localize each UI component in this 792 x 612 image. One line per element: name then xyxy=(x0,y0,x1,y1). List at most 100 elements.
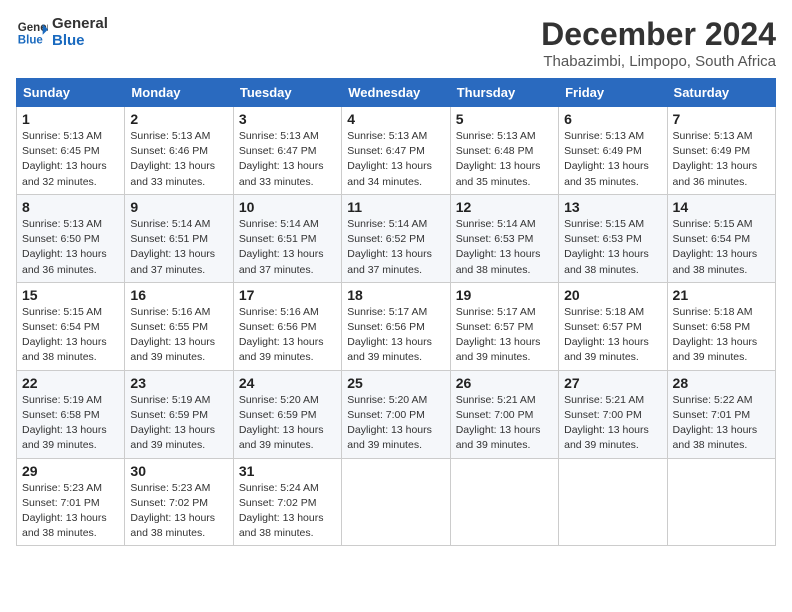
calendar-day-cell: 3 Sunrise: 5:13 AMSunset: 6:47 PMDaylight… xyxy=(233,107,341,195)
calendar-day-cell: 19 Sunrise: 5:17 AMSunset: 6:57 PMDayligh… xyxy=(450,282,558,370)
day-info: Sunrise: 5:17 AMSunset: 6:57 PMDaylight:… xyxy=(456,305,553,366)
day-info: Sunrise: 5:13 AMSunset: 6:47 PMDaylight:… xyxy=(347,129,444,190)
day-number: 11 xyxy=(347,199,444,215)
title-block: December 2024 Thabazimbi, Limpopo, South… xyxy=(541,16,776,70)
day-info: Sunrise: 5:19 AMSunset: 6:58 PMDaylight:… xyxy=(22,393,119,454)
calendar-day-cell: 10 Sunrise: 5:14 AMSunset: 6:51 PMDayligh… xyxy=(233,194,341,282)
calendar-day-cell: 29Sunrise: 5:23 AMSunset: 7:01 PMDayligh… xyxy=(17,458,125,546)
day-info: Sunrise: 5:18 AMSunset: 6:57 PMDaylight:… xyxy=(564,305,661,366)
day-number: 7 xyxy=(673,111,770,127)
day-info: Sunrise: 5:18 AMSunset: 6:58 PMDaylight:… xyxy=(673,305,770,366)
day-info: Sunrise: 5:20 AMSunset: 7:00 PMDaylight:… xyxy=(347,393,444,454)
day-number: 10 xyxy=(239,199,336,215)
calendar-day-cell: 1 Sunrise: 5:13 AMSunset: 6:45 PMDaylight… xyxy=(17,107,125,195)
day-info: Sunrise: 5:14 AMSunset: 6:52 PMDaylight:… xyxy=(347,217,444,278)
calendar-day-cell: 8 Sunrise: 5:13 AMSunset: 6:50 PMDaylight… xyxy=(17,194,125,282)
day-number: 28 xyxy=(673,375,770,391)
logo-text-general: General xyxy=(52,16,108,33)
calendar-week-row: 15Sunrise: 5:15 AMSunset: 6:54 PMDayligh… xyxy=(17,282,776,370)
day-info: Sunrise: 5:19 AMSunset: 6:59 PMDaylight:… xyxy=(130,393,227,454)
day-info: Sunrise: 5:13 AMSunset: 6:46 PMDaylight:… xyxy=(130,129,227,190)
day-number: 18 xyxy=(347,287,444,303)
day-info: Sunrise: 5:23 AMSunset: 7:02 PMDaylight:… xyxy=(130,481,227,542)
location-title: Thabazimbi, Limpopo, South Africa xyxy=(541,53,776,70)
day-info: Sunrise: 5:13 AMSunset: 6:49 PMDaylight:… xyxy=(673,129,770,190)
month-title: December 2024 xyxy=(541,16,776,53)
calendar-day-cell: 20 Sunrise: 5:18 AMSunset: 6:57 PMDayligh… xyxy=(559,282,667,370)
day-number: 30 xyxy=(130,463,227,479)
day-info: Sunrise: 5:21 AMSunset: 7:00 PMDaylight:… xyxy=(564,393,661,454)
day-info: Sunrise: 5:14 AMSunset: 6:51 PMDaylight:… xyxy=(130,217,227,278)
day-number: 8 xyxy=(22,199,119,215)
calendar-day-cell: 7 Sunrise: 5:13 AMSunset: 6:49 PMDaylight… xyxy=(667,107,775,195)
day-number: 21 xyxy=(673,287,770,303)
day-number: 9 xyxy=(130,199,227,215)
weekday-header-row: SundayMondayTuesdayWednesdayThursdayFrid… xyxy=(17,79,776,107)
day-number: 19 xyxy=(456,287,553,303)
day-info: Sunrise: 5:14 AMSunset: 6:51 PMDaylight:… xyxy=(239,217,336,278)
calendar-day-cell: 11 Sunrise: 5:14 AMSunset: 6:52 PMDayligh… xyxy=(342,194,450,282)
day-info: Sunrise: 5:16 AMSunset: 6:56 PMDaylight:… xyxy=(239,305,336,366)
calendar-day-cell xyxy=(450,458,558,546)
day-info: Sunrise: 5:15 AMSunset: 6:54 PMDaylight:… xyxy=(673,217,770,278)
day-number: 4 xyxy=(347,111,444,127)
day-info: Sunrise: 5:21 AMSunset: 7:00 PMDaylight:… xyxy=(456,393,553,454)
page-header: General Blue General Blue December 2024 … xyxy=(16,16,776,70)
calendar-day-cell: 17 Sunrise: 5:16 AMSunset: 6:56 PMDayligh… xyxy=(233,282,341,370)
day-number: 27 xyxy=(564,375,661,391)
day-info: Sunrise: 5:13 AMSunset: 6:50 PMDaylight:… xyxy=(22,217,119,278)
calendar-day-cell: 6Sunrise: 5:13 AMSunset: 6:49 PMDaylight… xyxy=(559,107,667,195)
calendar-day-cell: 21 Sunrise: 5:18 AMSunset: 6:58 PMDayligh… xyxy=(667,282,775,370)
day-number: 24 xyxy=(239,375,336,391)
day-info: Sunrise: 5:13 AMSunset: 6:49 PMDaylight:… xyxy=(564,129,661,190)
calendar-week-row: 8 Sunrise: 5:13 AMSunset: 6:50 PMDaylight… xyxy=(17,194,776,282)
calendar-day-cell: 24 Sunrise: 5:20 AMSunset: 6:59 PMDayligh… xyxy=(233,370,341,458)
day-info: Sunrise: 5:20 AMSunset: 6:59 PMDaylight:… xyxy=(239,393,336,454)
calendar-week-row: 29Sunrise: 5:23 AMSunset: 7:01 PMDayligh… xyxy=(17,458,776,546)
calendar-day-cell: 31Sunrise: 5:24 AMSunset: 7:02 PMDayligh… xyxy=(233,458,341,546)
weekday-header-cell: Friday xyxy=(559,79,667,107)
day-info: Sunrise: 5:16 AMSunset: 6:55 PMDaylight:… xyxy=(130,305,227,366)
day-info: Sunrise: 5:15 AMSunset: 6:53 PMDaylight:… xyxy=(564,217,661,278)
logo-text-blue: Blue xyxy=(52,33,108,50)
weekday-header-cell: Tuesday xyxy=(233,79,341,107)
calendar-day-cell: 16Sunrise: 5:16 AMSunset: 6:55 PMDayligh… xyxy=(125,282,233,370)
weekday-header-cell: Thursday xyxy=(450,79,558,107)
day-info: Sunrise: 5:15 AMSunset: 6:54 PMDaylight:… xyxy=(22,305,119,366)
calendar-day-cell: 26Sunrise: 5:21 AMSunset: 7:00 PMDayligh… xyxy=(450,370,558,458)
calendar-day-cell: 15Sunrise: 5:15 AMSunset: 6:54 PMDayligh… xyxy=(17,282,125,370)
day-info: Sunrise: 5:13 AMSunset: 6:47 PMDaylight:… xyxy=(239,129,336,190)
day-info: Sunrise: 5:17 AMSunset: 6:56 PMDaylight:… xyxy=(347,305,444,366)
day-number: 13 xyxy=(564,199,661,215)
calendar-day-cell: 5Sunrise: 5:13 AMSunset: 6:48 PMDaylight… xyxy=(450,107,558,195)
calendar-day-cell xyxy=(342,458,450,546)
calendar-day-cell: 22Sunrise: 5:19 AMSunset: 6:58 PMDayligh… xyxy=(17,370,125,458)
day-number: 17 xyxy=(239,287,336,303)
day-info: Sunrise: 5:23 AMSunset: 7:01 PMDaylight:… xyxy=(22,481,119,542)
logo: General Blue General Blue xyxy=(16,16,108,49)
calendar-day-cell xyxy=(559,458,667,546)
day-number: 20 xyxy=(564,287,661,303)
day-number: 3 xyxy=(239,111,336,127)
day-number: 5 xyxy=(456,111,553,127)
day-info: Sunrise: 5:13 AMSunset: 6:45 PMDaylight:… xyxy=(22,129,119,190)
day-number: 23 xyxy=(130,375,227,391)
calendar-day-cell: 12Sunrise: 5:14 AMSunset: 6:53 PMDayligh… xyxy=(450,194,558,282)
weekday-header-cell: Wednesday xyxy=(342,79,450,107)
svg-text:Blue: Blue xyxy=(18,34,44,46)
logo-icon: General Blue xyxy=(16,17,48,49)
day-info: Sunrise: 5:24 AMSunset: 7:02 PMDaylight:… xyxy=(239,481,336,542)
calendar-day-cell: 25 Sunrise: 5:20 AMSunset: 7:00 PMDayligh… xyxy=(342,370,450,458)
day-number: 25 xyxy=(347,375,444,391)
calendar-day-cell: 13 Sunrise: 5:15 AMSunset: 6:53 PMDayligh… xyxy=(559,194,667,282)
calendar-day-cell: 30 Sunrise: 5:23 AMSunset: 7:02 PMDayligh… xyxy=(125,458,233,546)
calendar-day-cell: 23 Sunrise: 5:19 AMSunset: 6:59 PMDayligh… xyxy=(125,370,233,458)
day-number: 12 xyxy=(456,199,553,215)
calendar-day-cell: 27 Sunrise: 5:21 AMSunset: 7:00 PMDayligh… xyxy=(559,370,667,458)
calendar-day-cell: 9 Sunrise: 5:14 AMSunset: 6:51 PMDaylight… xyxy=(125,194,233,282)
calendar-body: 1 Sunrise: 5:13 AMSunset: 6:45 PMDaylight… xyxy=(17,107,776,546)
calendar-day-cell: 14Sunrise: 5:15 AMSunset: 6:54 PMDayligh… xyxy=(667,194,775,282)
day-number: 1 xyxy=(22,111,119,127)
weekday-header-cell: Saturday xyxy=(667,79,775,107)
calendar-week-row: 22Sunrise: 5:19 AMSunset: 6:58 PMDayligh… xyxy=(17,370,776,458)
